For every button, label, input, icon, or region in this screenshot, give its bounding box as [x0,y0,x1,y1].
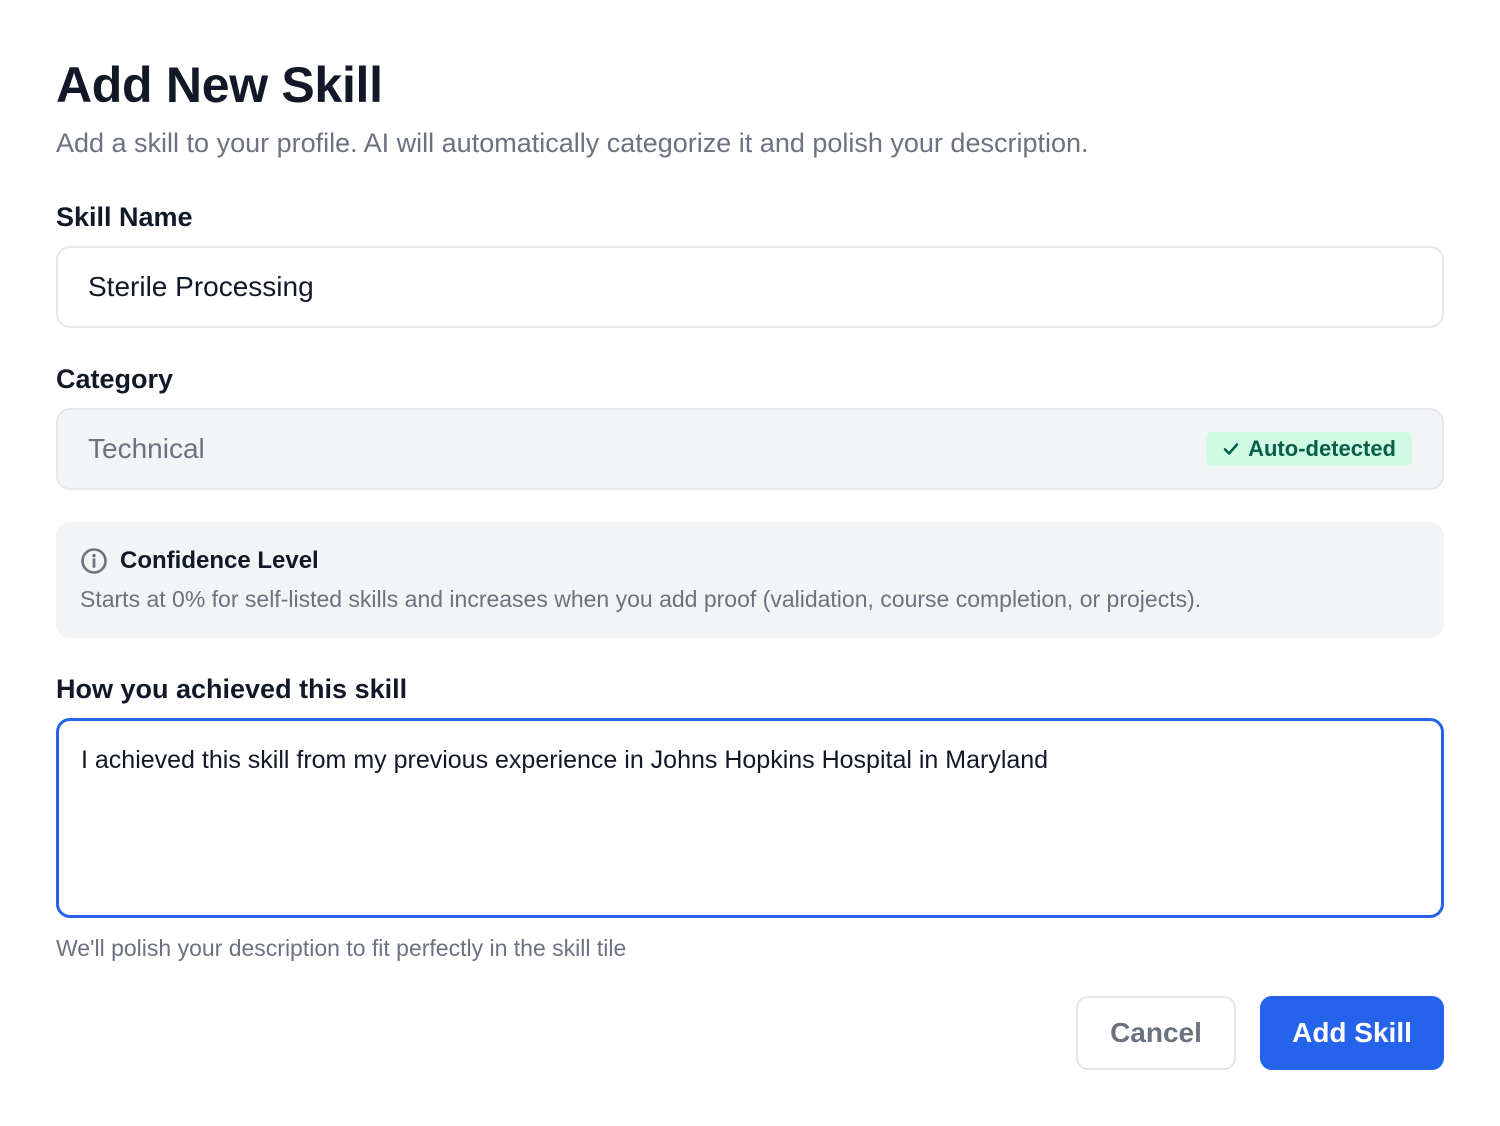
achievement-label: How you achieved this skill [56,674,408,704]
check-icon [1223,443,1239,455]
dialog-actions: Cancel Add Skill [1076,996,1444,1070]
category-label: Category [56,364,174,394]
category-value: Technical [88,433,205,464]
info-icon [81,548,107,574]
skill-name-value: Sterile Processing [88,271,314,302]
auto-detected-badge: Auto-detected [1206,432,1412,466]
confidence-description: Starts at 0% for self-listed skills and … [80,586,1202,612]
cancel-button[interactable]: Cancel [1076,996,1236,1070]
add-skill-dialog: Add New Skill Add a skill to your profil… [0,0,1500,1126]
page-title: Add New Skill [56,57,383,113]
achievement-textarea[interactable]: I achieved this skill from my previous e… [56,718,1444,918]
skill-name-label: Skill Name [56,202,193,232]
confidence-info-box: Confidence Level Starts at 0% for self-l… [56,522,1444,638]
skill-name-input[interactable]: Sterile Processing [56,246,1444,328]
auto-detected-label: Auto-detected [1248,436,1396,461]
category-field: Technical Auto-detected [56,408,1444,490]
page-subtitle: Add a skill to your profile. AI will aut… [56,128,1089,158]
add-skill-button[interactable]: Add Skill [1260,996,1444,1070]
confidence-title: Confidence Level [120,547,319,574]
achievement-helper-text: We'll polish your description to fit per… [56,935,627,961]
